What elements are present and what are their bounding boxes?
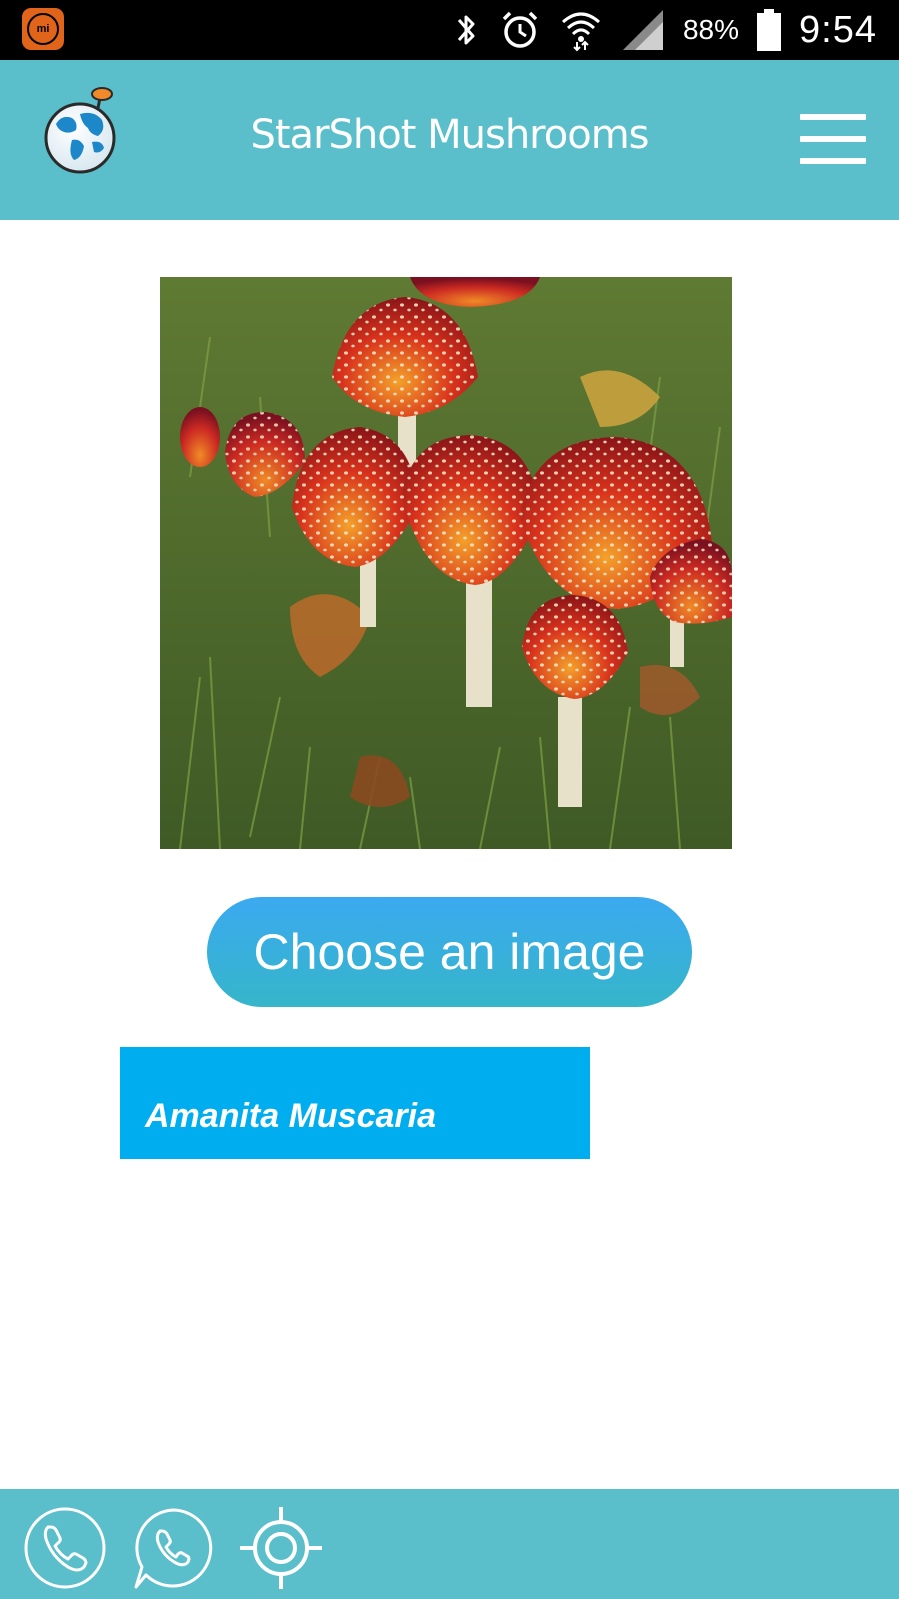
whatsapp-icon[interactable] [130, 1505, 216, 1591]
mushroom-photo-illustration [160, 277, 732, 849]
phone-icon[interactable] [22, 1505, 108, 1591]
mushroom-photo [160, 277, 732, 849]
bluetooth-icon [457, 15, 475, 45]
hamburger-menu-icon[interactable] [800, 114, 866, 164]
menu-bar-line [800, 114, 866, 120]
status-icons: 88% 9:54 [451, 0, 877, 60]
location-target-icon[interactable] [238, 1505, 324, 1591]
menu-bar-line [800, 158, 866, 164]
bottom-bar [0, 1489, 899, 1599]
app-title: StarShot Mushrooms [250, 112, 649, 158]
battery-icon [757, 9, 782, 51]
result-box: Amanita Muscaria [120, 1047, 590, 1159]
battery-percent: 88% [682, 14, 740, 45]
alarm-icon [502, 11, 538, 48]
signal-icon [622, 10, 663, 50]
app-header: StarShot Mushrooms [0, 60, 899, 220]
choose-image-button[interactable]: Choose an image [207, 897, 692, 1007]
clock-time: 9:54 [799, 8, 877, 51]
result-label: Amanita Muscaria [145, 1097, 436, 1135]
menu-bar-line [800, 136, 866, 142]
wifi-icon [561, 12, 600, 52]
mi-app-badge-icon: mi [22, 8, 64, 50]
mi-badge-label: mi [27, 13, 59, 45]
status-bar: mi 88% 9:54 [0, 0, 899, 60]
